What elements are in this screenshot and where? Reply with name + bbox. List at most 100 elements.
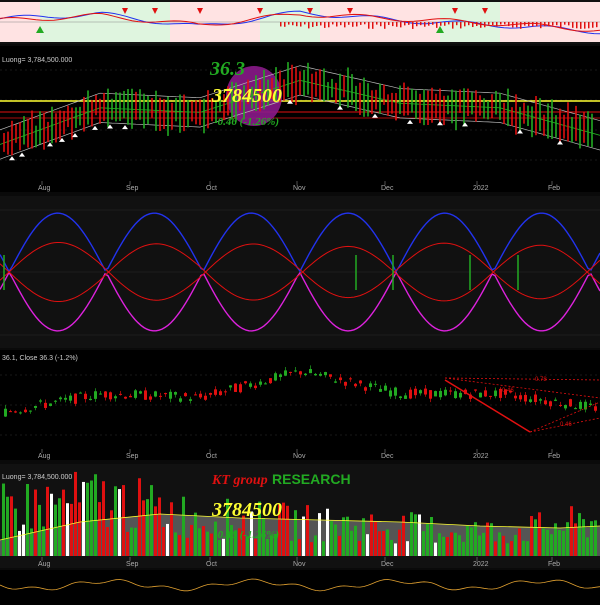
signal-histogram-bar <box>596 22 598 28</box>
axis-label-sep: Sep <box>126 561 139 568</box>
volume-bar <box>542 528 545 556</box>
price-panel-label: Luong= 3,784,500.000 <box>2 57 72 64</box>
volume-bar <box>442 536 445 556</box>
signal-histogram-bar <box>576 22 578 29</box>
signal-histogram-bar <box>304 22 306 25</box>
candle-body <box>144 390 147 400</box>
volume-bar <box>62 489 65 556</box>
volume-bar <box>410 512 413 556</box>
candle-body <box>529 399 532 402</box>
candle-body <box>329 374 332 377</box>
volume-bar <box>142 500 145 556</box>
volume-bar <box>482 532 485 556</box>
volume-bar <box>66 503 69 556</box>
candle-body <box>434 391 437 397</box>
signal-histogram-bar <box>520 22 522 29</box>
candle-body <box>79 392 82 394</box>
candle-body <box>514 395 517 399</box>
candle-body <box>54 400 57 402</box>
candle-body <box>314 373 317 376</box>
volume-bar <box>562 530 565 556</box>
signal-histogram-bar <box>316 22 318 27</box>
candle-body <box>134 390 137 398</box>
axis-label-oct: Oct <box>206 185 217 192</box>
signal-histogram-bar <box>344 22 346 28</box>
signal-histogram-bar <box>384 22 386 29</box>
signal-histogram-bar <box>376 22 378 25</box>
candle-body <box>174 392 177 395</box>
volume-bar <box>186 537 189 556</box>
candle-body <box>294 370 297 372</box>
signal-histogram-bar <box>368 22 370 29</box>
volume-bar <box>46 486 49 556</box>
signal-histogram-bar <box>312 22 314 27</box>
candle-body <box>299 371 302 375</box>
signal-histogram-bar <box>544 22 546 27</box>
volume-bar <box>78 502 81 556</box>
volume-bar <box>494 541 497 556</box>
signal-histogram-bar <box>404 22 406 26</box>
candle-body <box>564 405 567 409</box>
volume-bar <box>134 527 137 556</box>
candle-body <box>344 381 347 386</box>
volume-bar <box>518 528 521 556</box>
candle-body <box>274 373 277 381</box>
signal-histogram-bar <box>440 22 442 26</box>
candle-body <box>239 384 242 393</box>
volume-bar <box>150 485 153 556</box>
candle-body <box>559 404 562 406</box>
volume-bar <box>286 505 289 556</box>
signal-histogram-bar <box>588 22 590 29</box>
volume-bar <box>506 543 509 556</box>
signal-histogram-bar <box>328 22 330 28</box>
candle-body <box>194 394 197 396</box>
candle-body <box>339 377 342 381</box>
candle-body <box>49 403 52 406</box>
volume-bar <box>26 483 29 556</box>
volume-bar <box>2 483 5 556</box>
candle-body <box>94 391 97 399</box>
candle-body <box>449 390 452 392</box>
signal-histogram-bar <box>528 22 530 27</box>
volume-bar <box>438 533 441 556</box>
signal-histogram-bar <box>540 22 542 29</box>
candle-body <box>199 393 202 398</box>
candle-body <box>374 383 377 385</box>
signal-histogram-bar <box>464 22 466 27</box>
candle-body <box>44 402 47 408</box>
volume-bar <box>346 516 349 556</box>
candle-body <box>524 394 527 402</box>
volume-bar <box>418 514 421 556</box>
volume-bar <box>426 523 429 556</box>
volume-bar <box>450 532 453 556</box>
signal-histogram-bar <box>524 22 526 26</box>
signal-histogram-bar <box>496 22 498 27</box>
volume-bar <box>382 530 385 556</box>
volume-bar <box>354 525 357 556</box>
signal-histogram-bar <box>348 22 350 25</box>
volume-bar <box>522 540 525 556</box>
candle-body <box>189 399 192 401</box>
signal-histogram-bar <box>352 22 354 27</box>
signal-histogram-bar <box>556 22 558 26</box>
signal-histogram-bar <box>436 22 438 28</box>
volume-bar <box>338 535 341 556</box>
signal-histogram-bar <box>472 22 474 28</box>
signal-histogram-bar <box>468 22 470 26</box>
volume-bar <box>34 489 37 556</box>
volume-bar <box>130 527 133 556</box>
volume-bar <box>182 496 185 556</box>
signal-histogram-bar <box>580 22 582 29</box>
volume-bar <box>454 532 457 556</box>
axis-label-oct: Oct <box>206 561 217 568</box>
candle-body <box>224 391 227 393</box>
candle-body <box>244 381 247 384</box>
volume-bar <box>466 525 469 556</box>
candle-body <box>114 396 117 399</box>
candle-body <box>369 383 372 388</box>
volume-bar <box>110 510 113 556</box>
overlay-change: -0.46 (-1.26%) <box>214 116 279 128</box>
candle-body <box>519 395 522 400</box>
volume-bar <box>526 541 529 556</box>
volume-bar <box>378 531 381 556</box>
